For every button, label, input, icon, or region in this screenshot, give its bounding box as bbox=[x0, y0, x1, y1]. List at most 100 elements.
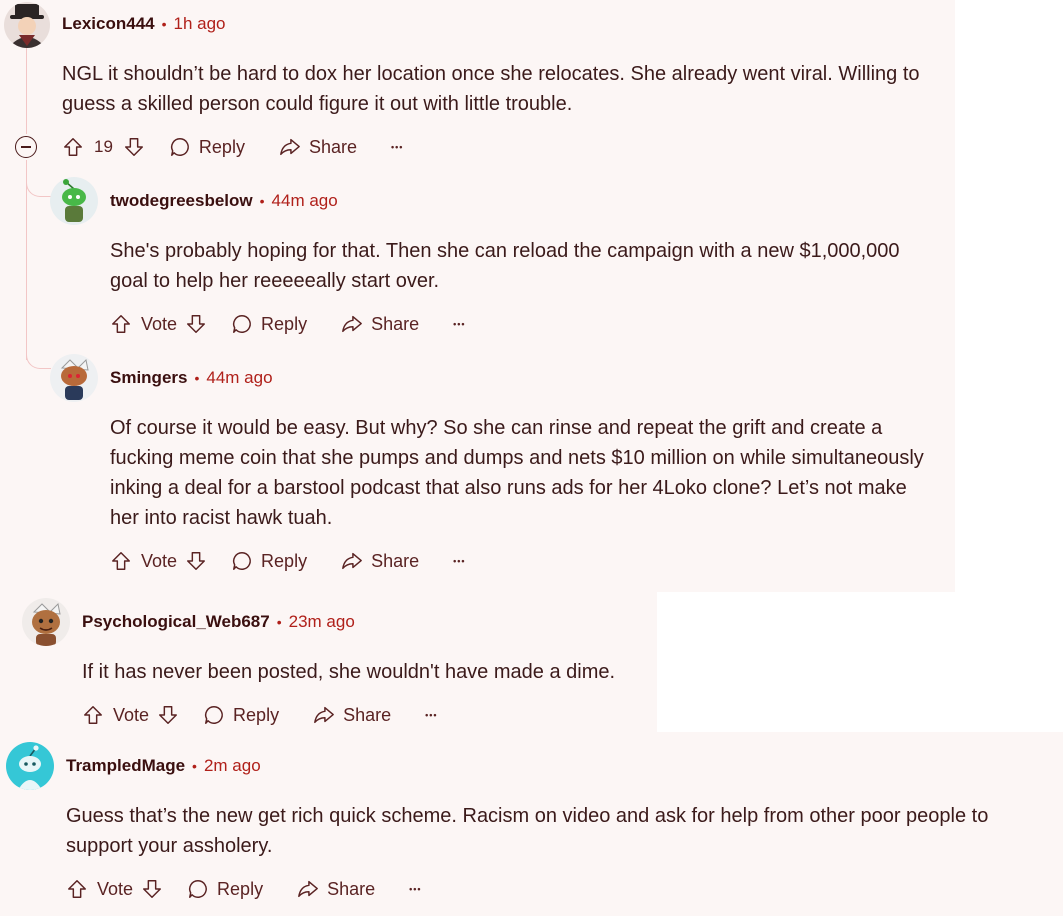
separator-dot: • bbox=[161, 16, 167, 32]
upvote-button[interactable] bbox=[62, 136, 84, 158]
comment-actions: Vote Reply Share ••• bbox=[82, 699, 438, 731]
more-options-icon: ••• bbox=[425, 710, 438, 720]
vote-label: Vote bbox=[97, 878, 134, 899]
reply-button[interactable]: Reply bbox=[231, 313, 307, 335]
share-arrow-icon bbox=[298, 880, 318, 898]
share-arrow-icon bbox=[342, 315, 362, 333]
avatar[interactable] bbox=[22, 598, 70, 646]
share-label: Share bbox=[371, 313, 420, 334]
upvote-icon bbox=[68, 880, 86, 898]
more-options-button[interactable]: ••• bbox=[453, 319, 465, 329]
share-button[interactable]: Share bbox=[279, 136, 357, 158]
upvote-button[interactable] bbox=[110, 550, 132, 572]
reply-button[interactable]: Reply bbox=[231, 550, 307, 572]
more-options-button[interactable]: ••• bbox=[391, 142, 403, 152]
share-label: Share bbox=[343, 704, 392, 725]
comment-actions: Vote Reply Share ••• bbox=[66, 873, 422, 905]
more-options-button[interactable]: ••• bbox=[409, 884, 421, 894]
vote-label: Vote bbox=[141, 550, 178, 571]
downvote-button[interactable] bbox=[123, 136, 145, 158]
thread-line bbox=[26, 48, 27, 134]
comment-meta: TrampledMage • 2m ago bbox=[66, 756, 261, 776]
reply-button[interactable]: Reply bbox=[187, 878, 263, 900]
downvote-button[interactable] bbox=[157, 704, 179, 726]
comment-body: She's probably hoping for that. Then she… bbox=[110, 240, 900, 292]
share-button[interactable]: Share bbox=[341, 550, 419, 572]
username[interactable]: Lexicon444 bbox=[62, 14, 155, 34]
reply-label: Reply bbox=[261, 550, 308, 571]
share-arrow-icon bbox=[342, 552, 362, 570]
separator-dot: • bbox=[192, 758, 197, 774]
share-arrow-icon bbox=[280, 138, 300, 156]
share-label: Share bbox=[371, 550, 420, 571]
downvote-button[interactable] bbox=[141, 878, 163, 900]
more-options-icon: ••• bbox=[409, 884, 422, 894]
username[interactable]: Smingers bbox=[110, 368, 187, 388]
upvote-button[interactable] bbox=[110, 313, 132, 335]
avatar[interactable] bbox=[4, 2, 50, 48]
reply-label: Reply bbox=[233, 704, 280, 725]
avatar[interactable] bbox=[50, 177, 98, 225]
upvote-icon bbox=[64, 138, 82, 156]
downvote-icon bbox=[159, 706, 178, 724]
share-arrow-icon bbox=[314, 706, 334, 724]
more-options-button[interactable]: ••• bbox=[425, 710, 437, 720]
vote-count: 19 bbox=[94, 137, 113, 156]
reply-label: Reply bbox=[217, 878, 264, 899]
upvote-button[interactable] bbox=[82, 704, 104, 726]
timestamp[interactable]: 1h ago bbox=[174, 14, 226, 34]
downvote-icon bbox=[187, 552, 206, 570]
timestamp[interactable]: 2m ago bbox=[204, 756, 261, 776]
upvote-icon bbox=[84, 706, 102, 724]
reply-label: Reply bbox=[261, 313, 308, 334]
comment-meta: Smingers • 44m ago bbox=[110, 368, 273, 388]
more-options-icon: ••• bbox=[391, 142, 404, 152]
thread-line bbox=[26, 160, 27, 360]
downvote-button[interactable] bbox=[185, 550, 207, 572]
comment-bubble-icon bbox=[170, 138, 189, 156]
share-label: Share bbox=[308, 136, 357, 157]
reply-label: Reply bbox=[198, 136, 245, 157]
comment-body: Guess that’s the new get rich quick sche… bbox=[66, 805, 989, 857]
timestamp[interactable]: 23m ago bbox=[289, 612, 355, 632]
separator-dot: • bbox=[259, 193, 265, 209]
share-button[interactable]: Share bbox=[341, 313, 419, 335]
comment-meta: twodegreesbelow • 44m ago bbox=[110, 191, 338, 211]
username[interactable]: Psychological_Web687 bbox=[82, 612, 270, 632]
avatar[interactable] bbox=[6, 742, 54, 790]
vote-label: Vote bbox=[141, 313, 178, 334]
reply-button[interactable]: Reply bbox=[203, 704, 279, 726]
comment-body: If it has never been posted, she wouldn'… bbox=[82, 661, 616, 683]
comment-bubble-icon bbox=[233, 552, 251, 570]
collapse-thread-button[interactable] bbox=[15, 136, 37, 158]
thread-branch bbox=[26, 340, 51, 369]
separator-dot: • bbox=[276, 614, 282, 630]
vote-label: Vote bbox=[113, 704, 150, 725]
share-label: Share bbox=[327, 878, 376, 899]
comment-actions: Vote Reply Share ••• bbox=[110, 545, 466, 577]
comment-meta: Psychological_Web687 • 23m ago bbox=[82, 612, 355, 632]
downvote-button[interactable] bbox=[185, 313, 207, 335]
timestamp[interactable]: 44m ago bbox=[272, 191, 338, 211]
comment-body: Of course it would be easy. But why? So … bbox=[110, 417, 924, 529]
more-options-button[interactable]: ••• bbox=[453, 556, 465, 566]
downvote-icon bbox=[124, 138, 143, 156]
comment-actions: 19 Reply Share ••• bbox=[62, 131, 403, 163]
downvote-icon bbox=[187, 315, 206, 333]
upvote-button[interactable] bbox=[66, 878, 88, 900]
separator-dot: • bbox=[194, 370, 200, 386]
timestamp[interactable]: 44m ago bbox=[206, 368, 272, 388]
upvote-icon bbox=[112, 552, 130, 570]
username[interactable]: twodegreesbelow bbox=[110, 191, 253, 211]
more-options-icon: ••• bbox=[453, 556, 466, 566]
username[interactable]: TrampledMage bbox=[66, 756, 185, 776]
share-button[interactable]: Share bbox=[313, 704, 391, 726]
upvote-icon bbox=[112, 315, 130, 333]
comment-bubble-icon bbox=[205, 706, 223, 724]
avatar[interactable] bbox=[50, 354, 98, 402]
thread-branch bbox=[26, 168, 51, 197]
share-button[interactable]: Share bbox=[297, 878, 375, 900]
reply-button[interactable]: Reply bbox=[169, 136, 245, 158]
comment-body: NGL it shouldn’t be hard to dox her loca… bbox=[62, 63, 920, 115]
comment-bubble-icon bbox=[233, 315, 251, 333]
